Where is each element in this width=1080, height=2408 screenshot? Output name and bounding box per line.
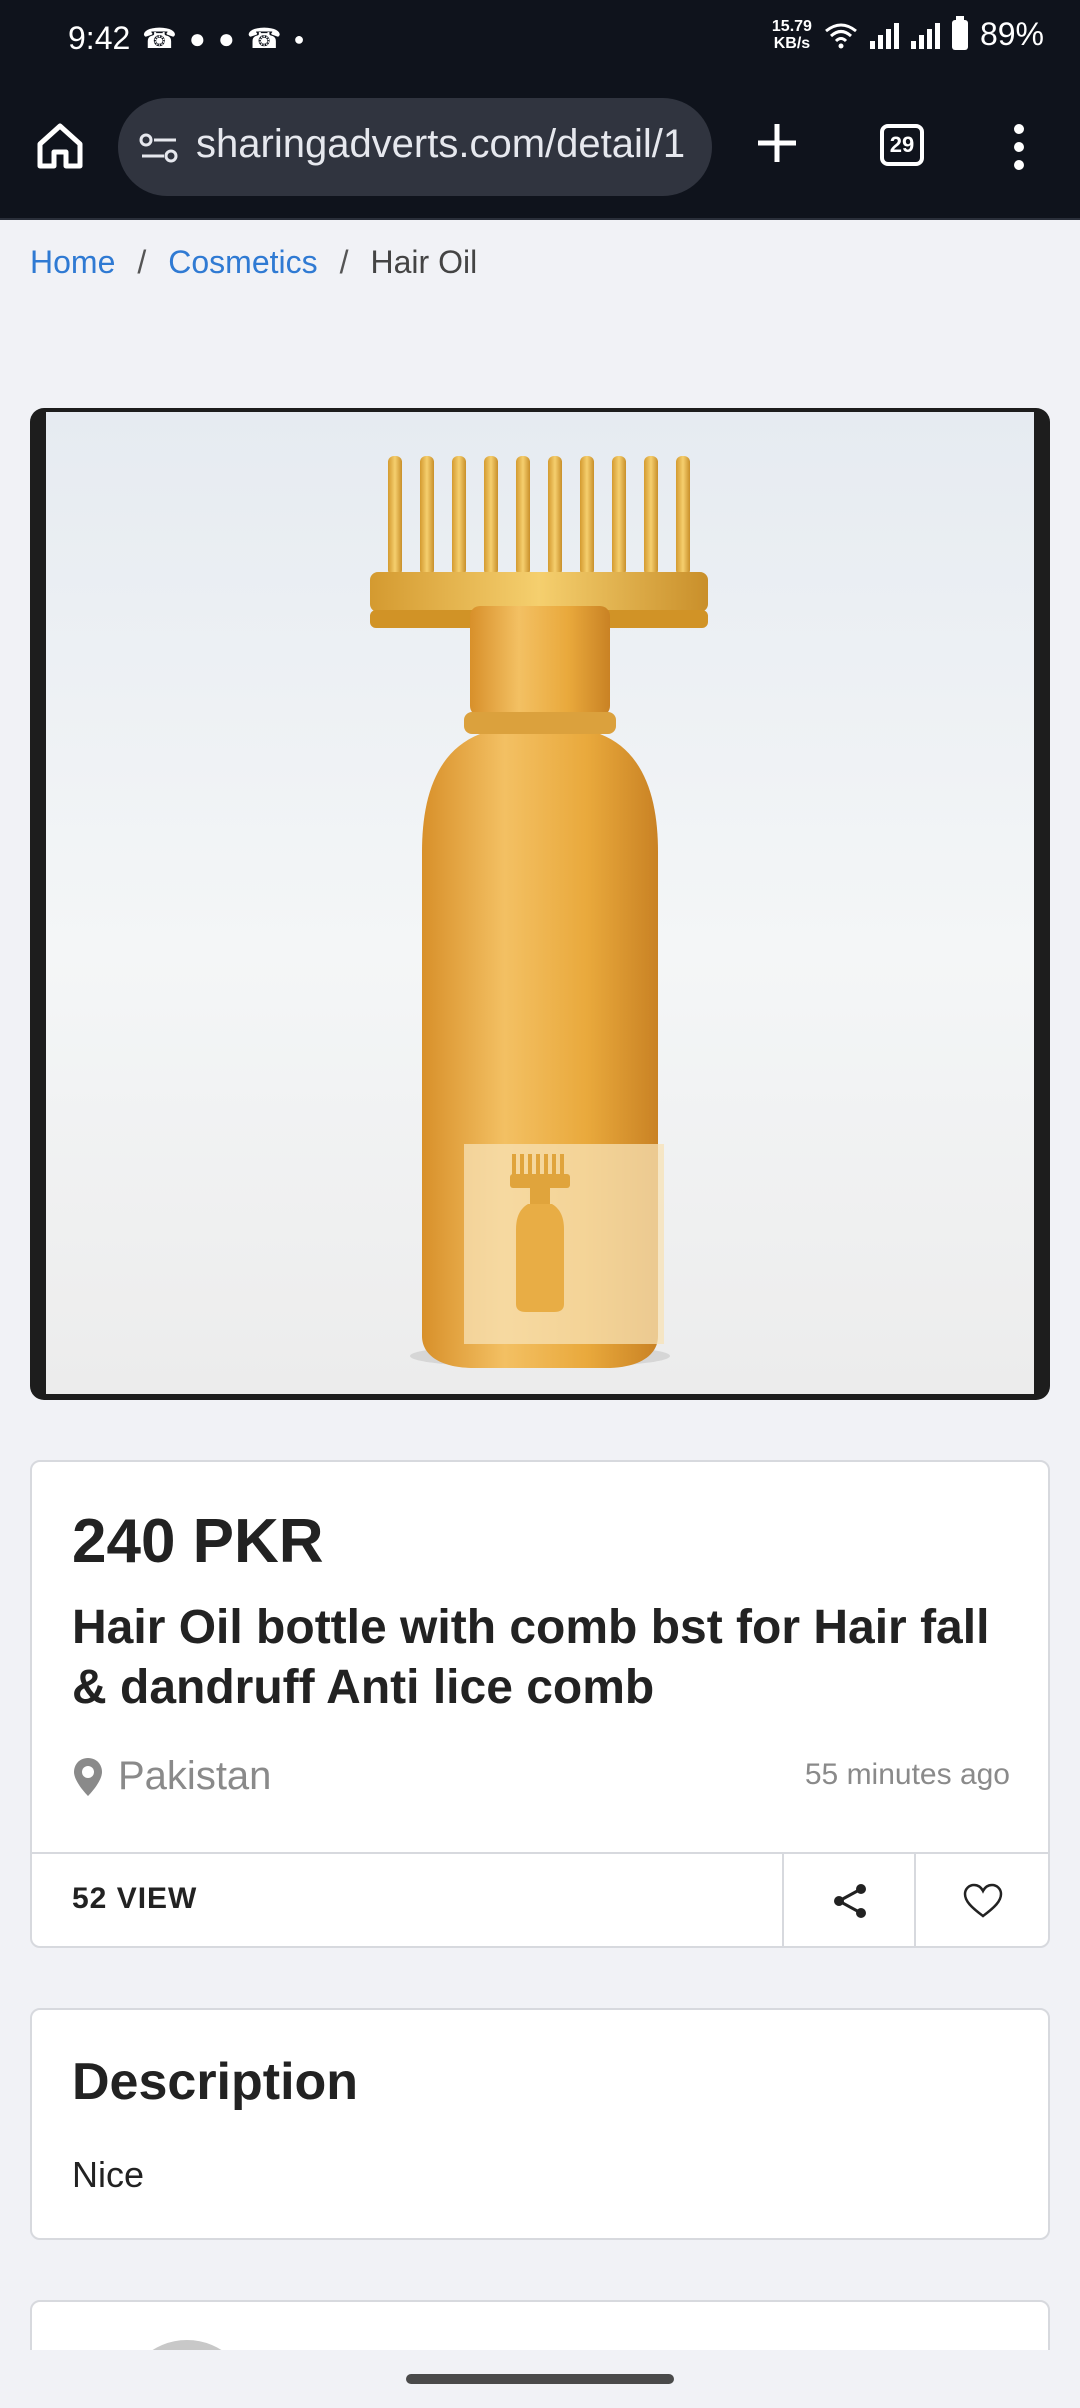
whatsapp-business-icon: ☎ xyxy=(246,23,282,54)
snapchat-icon: ● xyxy=(217,23,235,54)
whatsapp-icon: ☎ xyxy=(142,23,177,54)
status-bar: 9:42 ☎ ● ● ☎ ● 15.79 KB/s 89% xyxy=(0,0,1080,82)
home-icon[interactable] xyxy=(30,116,90,176)
snapchat-icon: ● xyxy=(188,23,206,54)
dot-icon: ● xyxy=(293,29,305,49)
location: Pakistan xyxy=(72,1754,271,1799)
more-menu-icon[interactable] xyxy=(1012,122,1026,172)
breadcrumb-current: Hair Oil xyxy=(370,244,478,280)
view-count: 52 VIEW xyxy=(72,1882,198,1915)
notification-icons: ☎ ● ● ☎ ● xyxy=(142,22,305,56)
tab-switcher-button[interactable]: 29 xyxy=(880,124,924,166)
site-settings-icon[interactable] xyxy=(138,128,180,168)
signal-icon-2 xyxy=(910,21,940,49)
share-button[interactable] xyxy=(782,1854,916,1948)
new-tab-icon[interactable] xyxy=(752,118,802,168)
breadcrumb-separator: / xyxy=(137,244,147,280)
product-image[interactable] xyxy=(30,408,1050,1400)
posted-time: 55 minutes ago xyxy=(804,1758,1010,1791)
breadcrumb-separator: / xyxy=(339,244,349,280)
description-heading: Description xyxy=(72,2053,359,2111)
home-gesture-handle[interactable] xyxy=(406,2374,674,2384)
net-speed: 15.79 KB/s xyxy=(771,17,812,52)
breadcrumb-home[interactable]: Home xyxy=(30,244,115,281)
listing-card: 240 PKR Hair Oil bottle with comb bst fo… xyxy=(30,1460,1050,1948)
browser-toolbar: sharingadverts.com/detail/1 29 xyxy=(0,82,1080,220)
location-text: Pakistan xyxy=(118,1754,272,1798)
product-photo xyxy=(46,412,1034,1394)
breadcrumb-category[interactable]: Cosmetics xyxy=(168,244,317,281)
wifi-icon xyxy=(825,23,857,48)
status-time: 9:42 xyxy=(68,20,131,56)
bottle-illustration xyxy=(370,456,708,1368)
url-text[interactable]: sharingadverts.com/detail/1 xyxy=(196,122,696,167)
description-text: Nice xyxy=(72,2154,145,2195)
location-pin-icon xyxy=(74,1757,102,1796)
description-card: Description Nice xyxy=(30,2008,1050,2240)
heart-icon xyxy=(963,1883,1003,1918)
gesture-nav-bar xyxy=(0,2350,1080,2408)
share-icon xyxy=(834,1884,866,1918)
favorite-button[interactable] xyxy=(916,1854,1050,1948)
status-right: 15.79 KB/s 89% xyxy=(771,15,1044,53)
breadcrumb: Home / Cosmetics / Hair Oil xyxy=(30,244,477,281)
battery-icon xyxy=(951,15,968,50)
signal-icon xyxy=(869,21,899,49)
battery-percent: 89% xyxy=(979,16,1044,52)
price: 240 PKR xyxy=(72,1507,324,1576)
listing-actions: 52 VIEW xyxy=(32,1852,1048,1948)
address-bar[interactable]: sharingadverts.com/detail/1 xyxy=(118,98,712,196)
listing-title: Hair Oil bottle with comb bst for Hair f… xyxy=(72,1601,990,1714)
